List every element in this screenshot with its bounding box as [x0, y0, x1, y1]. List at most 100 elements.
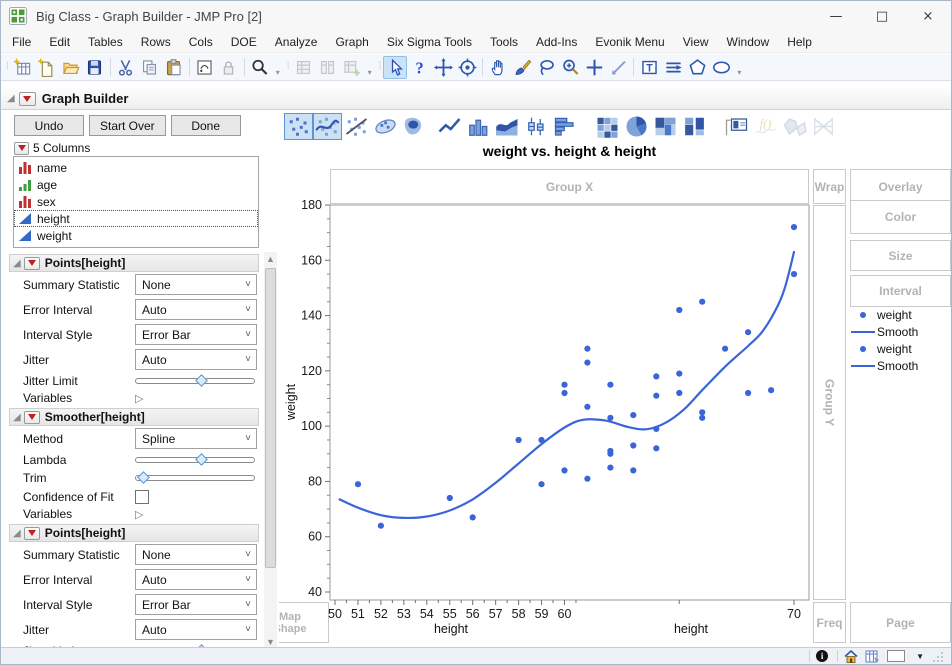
cut-icon[interactable] [114, 56, 138, 79]
slider-thumb[interactable] [137, 471, 150, 484]
move-tool-icon[interactable] [431, 56, 455, 79]
interval-drop-zone[interactable]: Interval [850, 275, 951, 307]
scroll-up-arrow[interactable]: ▲ [264, 252, 277, 266]
annotate-tool-icon[interactable]: T [637, 56, 661, 79]
column-item-sex[interactable]: sex [14, 193, 258, 210]
close-button[interactable]: × [905, 1, 951, 31]
menu-rows[interactable]: Rows [132, 32, 180, 52]
group-x-drop-zone[interactable]: Group X [330, 169, 809, 204]
red-triangle-menu-icon[interactable] [18, 91, 36, 106]
overlay-drop-zone[interactable]: Overlay [850, 169, 951, 204]
slider-thumb[interactable] [195, 374, 208, 387]
toolbar-overflow-chevron[interactable]: ▾ [276, 68, 280, 80]
element-type-contour[interactable] [400, 113, 429, 140]
menu-graph[interactable]: Graph [326, 32, 377, 52]
done-button[interactable]: Done [170, 115, 241, 136]
method-select[interactable]: Spline ˅ [135, 428, 257, 449]
menu-analyze[interactable]: Analyze [266, 32, 327, 52]
menu-help[interactable]: Help [778, 32, 821, 52]
column-item-height[interactable]: height [14, 210, 258, 227]
menu-cols[interactable]: Cols [180, 32, 222, 52]
legend-item-weight[interactable]: weight [849, 340, 918, 357]
slider-thumb[interactable] [195, 453, 208, 466]
data-table-icon[interactable] [865, 650, 880, 663]
menu-tools[interactable]: Tools [481, 32, 527, 52]
scrollbar-thumb[interactable] [265, 268, 276, 568]
interval-style-select[interactable]: Error Bar ˅ [135, 324, 257, 345]
column-item-weight[interactable]: weight [14, 227, 258, 244]
toolbar-grip[interactable]: ⁞ [379, 62, 382, 72]
error-interval-select[interactable]: Auto ˅ [135, 299, 257, 320]
dropdown-arrow-icon[interactable]: ▼ [912, 652, 924, 661]
group-y-drop-zone[interactable]: Group Y [813, 205, 846, 600]
summary-statistic-select[interactable]: None ˅ [135, 274, 257, 295]
element-type-mosaic[interactable] [680, 113, 709, 140]
element-type-heatmap[interactable] [593, 113, 622, 140]
legend-item-smooth[interactable]: Smooth [849, 357, 918, 374]
brush-tool-icon[interactable] [510, 56, 534, 79]
disclosure-triangle-icon[interactable]: ◢ [13, 528, 21, 539]
menu-tables[interactable]: Tables [79, 32, 132, 52]
red-triangle-menu-icon[interactable] [23, 256, 40, 270]
color-chip-icon[interactable] [887, 650, 906, 662]
open-file-icon[interactable] [59, 56, 83, 79]
maximize-button[interactable]: □ [859, 1, 905, 31]
menu-edit[interactable]: Edit [40, 32, 79, 52]
color-drop-zone[interactable]: Color [850, 200, 951, 234]
menu-doe[interactable]: DOE [222, 32, 266, 52]
save-file-icon[interactable] [83, 56, 107, 79]
toolbar-grip[interactable]: ⁞ [287, 62, 290, 72]
target-tool-icon[interactable] [455, 56, 479, 79]
element-type-histogram[interactable] [551, 113, 580, 140]
interval-style-select[interactable]: Error Bar ˅ [135, 594, 257, 615]
help-tool-icon[interactable]: ? [407, 56, 431, 79]
menu-evonik-menu[interactable]: Evonik Menu [586, 32, 673, 52]
element-type-line[interactable] [435, 113, 464, 140]
red-triangle-menu-icon[interactable] [23, 410, 40, 424]
trim-slider[interactable] [135, 471, 255, 484]
element-type-ellipse[interactable] [371, 113, 400, 140]
paste-icon[interactable] [162, 56, 186, 79]
minimize-button[interactable]: — [813, 1, 859, 31]
layout-window-icon[interactable] [193, 56, 217, 79]
element-type-area[interactable] [493, 113, 522, 140]
menu-six-sigma-tools[interactable]: Six Sigma Tools [378, 32, 481, 52]
summary-statistic-select[interactable]: None ˅ [135, 544, 257, 565]
jitter-limit-slider[interactable] [135, 374, 255, 387]
toolbar-grip[interactable]: ⁞ [6, 62, 9, 72]
oval-tool-icon[interactable] [709, 56, 733, 79]
copy-icon[interactable] [138, 56, 162, 79]
element-type-treemap[interactable] [651, 113, 680, 140]
hand-tool-icon[interactable] [486, 56, 510, 79]
map-shape-drop-zone[interactable]: Map Shape [279, 602, 329, 643]
panel-scrollbar[interactable]: ▲ ▼ [264, 252, 277, 649]
freq-drop-zone[interactable]: Freq [813, 602, 846, 643]
variables-expander[interactable]: ▷ [135, 508, 143, 521]
element-type-bar[interactable] [464, 113, 493, 140]
element-type-smoother[interactable] [313, 113, 342, 140]
crosshair-tool-icon[interactable] [582, 56, 606, 79]
element-type-box-plot[interactable] [522, 113, 551, 140]
jitter-select[interactable]: Auto ˅ [135, 349, 257, 370]
menu-file[interactable]: File [3, 32, 40, 52]
red-triangle-menu-icon[interactable] [23, 526, 40, 540]
toolbar-overflow-chevron[interactable]: ▾ [368, 68, 372, 80]
lasso-tool-icon[interactable] [534, 56, 558, 79]
element-type-line-of-fit[interactable] [342, 113, 371, 140]
toolbar-overflow-chevron[interactable]: ▾ [737, 68, 741, 80]
resize-grip-icon[interactable] [931, 650, 944, 663]
new-data-table-icon[interactable] [11, 56, 35, 79]
lambda-slider[interactable] [135, 453, 255, 466]
error-interval-select[interactable]: Auto ˅ [135, 569, 257, 590]
menu-window[interactable]: Window [718, 32, 779, 52]
home-icon[interactable] [844, 649, 858, 663]
disclosure-triangle-icon[interactable]: ◢ [13, 258, 21, 269]
legend-item-weight[interactable]: weight [849, 306, 918, 323]
new-journal-icon[interactable] [35, 56, 59, 79]
arrow-lines-tool-icon[interactable] [661, 56, 685, 79]
disclosure-triangle-icon[interactable]: ◢ [13, 412, 21, 423]
jitter-select[interactable]: Auto ˅ [135, 619, 257, 640]
element-type-points[interactable] [284, 113, 313, 140]
menu-view[interactable]: View [674, 32, 718, 52]
start-over-button[interactable]: Start Over [89, 115, 166, 136]
